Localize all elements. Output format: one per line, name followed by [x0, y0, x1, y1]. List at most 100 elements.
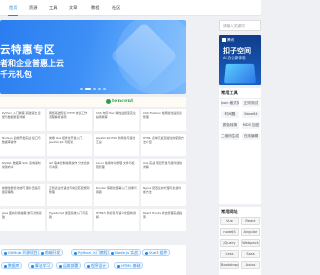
sidebar: 请输入关键词 腾讯 扣子空间 AI 办公新体验 常用工具 Json 格式化 正则测…: [219, 20, 261, 275]
logo-square-icon: [222, 38, 226, 42]
article-card[interactable]: 前端 Vue 组件化开发入门 JavaScript 与框架: [47, 134, 92, 156]
tag-label: HTML 基础: [121, 263, 141, 268]
nav-item-tutorials[interactable]: 教程: [88, 3, 102, 13]
tool-link[interactable]: 二维码生成: [221, 133, 239, 140]
tag-label: 程序设计: [91, 263, 107, 268]
site-link[interactable]: React: [241, 217, 260, 225]
common-tools-heading: 常用工具: [219, 88, 261, 99]
promo-title: 扣子空间: [223, 47, 251, 55]
tag-link[interactable]: Vue3 组件: [142, 249, 171, 256]
tag-link[interactable]: Python 入门教程: [71, 249, 111, 256]
tag-link[interactable]: Node.js 实战: [108, 249, 141, 256]
tencent-logo-icon: [106, 99, 111, 104]
article-card[interactable]: 正则表达式语法与常见匹配规则整理: [47, 184, 92, 206]
promo-subtitle: AI 办公新体验: [223, 56, 246, 60]
tag-dot-icon: [111, 251, 114, 255]
article-card[interactable]: JavaScript ES6 新特性与语法汇总: [94, 134, 139, 156]
tag-cloud: GitHub 开源项目 前端开发 Python 入门教程 Node.js 实战 Vue3…: [0, 245, 186, 275]
tag-link[interactable]: 程序设计: [84, 262, 110, 269]
site-link[interactable]: Angular: [241, 228, 260, 236]
promo-logo: 腾讯: [222, 38, 234, 43]
article-card[interactable]: Java 面向对象编程 类与对象基础: [0, 209, 45, 231]
tag-label: 数据库: [8, 263, 20, 268]
article-card[interactable]: Nginx 配置反向代理与负载均衡方法: [141, 184, 186, 206]
carousel-dots: [80, 88, 106, 90]
promo-illustration: [223, 63, 257, 84]
top-navigation: 首页 资源 工具 文章 教程 社区: [0, 0, 261, 16]
tag-link[interactable]: 算法学习: [28, 262, 54, 269]
tool-link[interactable]: 正则测试: [242, 100, 260, 107]
ad-strip[interactable]: tencent: [0, 97, 186, 107]
site-link[interactable]: Vue: [220, 217, 239, 225]
search-input[interactable]: 请输入关键词: [219, 20, 261, 31]
banner-title: 云特惠专区: [0, 44, 55, 56]
tag-label: Python 入门教程: [78, 250, 108, 255]
article-card[interactable]: HTML 表单元素及属性的使用方法介绍: [141, 134, 186, 156]
common-tools-section: 常用工具 Json 格式化 正则测试 时间戳 Base64 颜色转换 MD5 加密 二维码生…: [219, 88, 261, 204]
tag-dot-icon: [87, 264, 90, 268]
tool-link[interactable]: MD5 加密: [242, 122, 260, 129]
tool-link[interactable]: Base64: [242, 111, 260, 118]
article-card[interactable]: Docker 容器化部署入门 镜像与容器: [94, 184, 139, 206]
article-card[interactable]: Vue 实战 项目开发与组件通信详解: [141, 159, 186, 181]
article-card[interactable]: MySQL 数据库 SQL 查询语句常用命令: [0, 159, 45, 181]
carousel-dot[interactable]: [103, 88, 106, 90]
tag-link[interactable]: GitHub 开源项目: [1, 249, 41, 256]
tool-link[interactable]: 在线编辑: [242, 133, 260, 140]
tool-link[interactable]: 时间戳: [221, 111, 239, 118]
tag-dot-icon: [59, 264, 62, 268]
promo-banner[interactable]: 云特惠专区 者和企业普惠上云 千元礼包: [0, 20, 186, 94]
nav-item-home[interactable]: 首页: [6, 3, 20, 16]
site-link[interactable]: Bootstrap: [220, 261, 239, 269]
nav-item-resources[interactable]: 资源: [26, 3, 40, 13]
carousel-dot[interactable]: [80, 88, 83, 90]
article-card[interactable]: Git 版本控制常用操作 分支合并与冲突: [47, 159, 92, 181]
common-sites-section: 常用网址 Vue React nodeJS Angular jQuery Webpack L…: [219, 207, 261, 275]
tag-link[interactable]: HTML 基础: [114, 262, 144, 269]
tag-label: 算法学习: [35, 263, 51, 268]
sidebar-promo[interactable]: 腾讯 扣子空间 AI 办公新体验: [219, 35, 261, 85]
tag-dot-icon: [145, 251, 148, 255]
tag-label: 运维部署: [63, 263, 79, 268]
article-card[interactable]: TypeScript 类型系统入门与实践: [47, 209, 92, 231]
article-card[interactable]: Node.js 后端开发实战 接口与数据库操作: [0, 134, 45, 156]
tag-label: 前端开发: [45, 250, 61, 255]
site-link[interactable]: Webpack: [241, 239, 260, 247]
tag-dot-icon: [117, 264, 120, 268]
article-card[interactable]: 网络基础知识 HTTP 协议工作流程解析说明: [47, 109, 92, 131]
nav-item-tools[interactable]: 工具: [46, 3, 60, 13]
site-link[interactable]: Axios: [241, 261, 260, 269]
article-card[interactable]: Linux 常用命令整理 文件与权限管理: [94, 159, 139, 181]
tag-label: GitHub 开源项目: [8, 250, 38, 255]
site-link[interactable]: jQuery: [220, 239, 239, 247]
tag-dot-icon: [74, 251, 77, 255]
article-card[interactable]: 前端性能优化技巧 图片压缩与缓存策略: [0, 184, 45, 206]
banner-subtitle-2: 千元礼包: [0, 70, 32, 79]
tag-link[interactable]: 前端开发: [38, 249, 64, 256]
tag-link[interactable]: 运维部署: [56, 262, 82, 269]
tag-dot-icon: [4, 264, 7, 268]
site-link[interactable]: Less: [220, 250, 239, 258]
site-link[interactable]: Sass: [241, 250, 260, 258]
tag-link[interactable]: 数据库: [1, 262, 23, 269]
carousel-dot[interactable]: [98, 88, 101, 90]
tag-dot-icon: [31, 264, 34, 268]
article-card[interactable]: Python 入门教程 基础语法 变量与数据类型详解: [0, 109, 45, 131]
site-link[interactable]: nodeJS: [220, 228, 239, 236]
nav-item-articles[interactable]: 文章: [66, 3, 80, 13]
tool-link[interactable]: Json 格式化: [221, 100, 239, 107]
article-card[interactable]: CSS Flexbox 常用属性速查表整理: [141, 109, 186, 131]
tag-label: Vue3 组件: [149, 250, 168, 255]
ad-brand: tencent: [112, 98, 134, 104]
nav-item-community[interactable]: 社区: [109, 3, 123, 13]
article-card[interactable]: React Hooks 状态管理实战指南: [141, 209, 186, 231]
carousel-dot[interactable]: [93, 88, 96, 90]
tag-dot-icon: [41, 251, 44, 255]
article-card[interactable]: CSS 布局 flex 弹性盒模型完全指南教程: [94, 109, 139, 131]
carousel-dot[interactable]: [85, 88, 91, 90]
banner-subtitle: 者和企业普惠上云: [0, 59, 64, 68]
article-card[interactable]: HTML5 新标签与语义化结构讲解: [94, 209, 139, 231]
tag-label: Node.js 实战: [115, 250, 138, 255]
tag-dot-icon: [4, 251, 7, 255]
tool-link[interactable]: 颜色转换: [221, 122, 239, 129]
